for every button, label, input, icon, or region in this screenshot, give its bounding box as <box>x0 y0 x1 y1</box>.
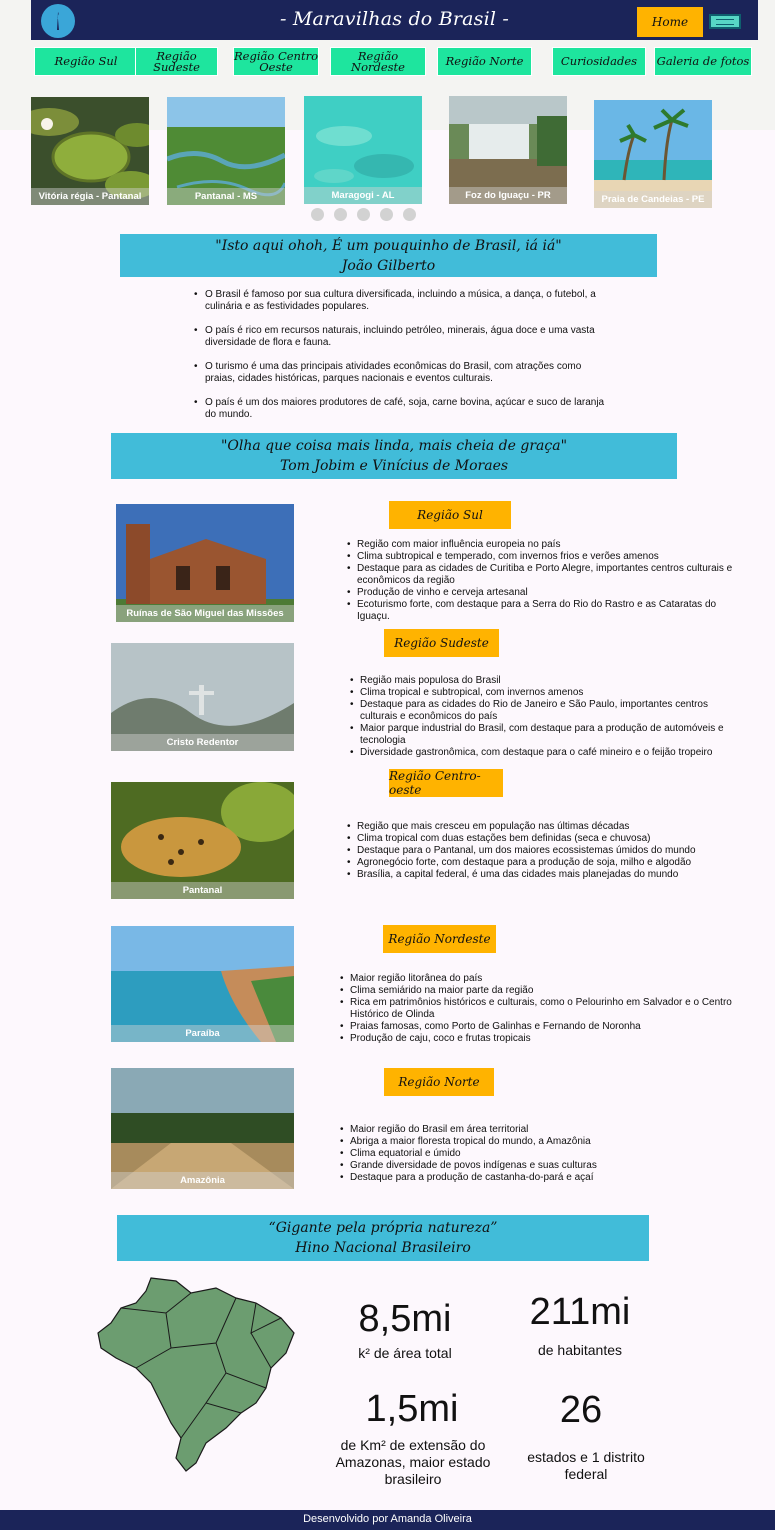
region-item: Destaque para o Pantanal, um dos maiores… <box>347 845 742 857</box>
region-item: Destaque para as cidades do Rio de Janei… <box>350 699 745 723</box>
region-item: Destaque para a produção de castanha-do-… <box>340 1172 740 1184</box>
region-image-sudeste: Cristo Redentor <box>111 643 294 751</box>
stat-value: 26 <box>559 1389 603 1431</box>
region-item: Produção de caju, coco e frutas tropicai… <box>340 1033 740 1045</box>
region-button-sudeste[interactable]: Região Sudeste <box>384 629 499 657</box>
nav-regiao-sudeste[interactable]: Região Sudeste <box>135 47 218 76</box>
region-item: Brasília, a capital federal, é uma das c… <box>347 869 742 881</box>
region-list-sul: Região com maior influência europeia no … <box>347 539 742 623</box>
region-button-sul[interactable]: Região Sul <box>389 501 511 529</box>
region-image-caption: Amazônia <box>111 1172 294 1189</box>
region-item: Maior região litorânea do país <box>340 973 740 985</box>
region-item: Região mais populosa do Brasil <box>350 675 745 687</box>
quote-text: "Isto aqui ohoh, É um pouquinho de Brasi… <box>215 238 562 254</box>
region-item: Abriga a maior floresta tropical do mund… <box>340 1136 740 1148</box>
quote-text: "Olha que coisa mais linda, mais cheia d… <box>220 438 568 454</box>
region-item: Clima tropical com duas estações bem def… <box>347 833 742 845</box>
carousel-caption: Praia de Candeias - PE <box>594 191 712 208</box>
quote-banner: "Isto aqui ohoh, É um pouquinho de Brasi… <box>120 234 657 277</box>
carousel-dot[interactable] <box>357 208 370 221</box>
nav-regiao-norte[interactable]: Região Norte <box>437 47 532 76</box>
footer: Desenvolvido por Amanda Oliveira <box>0 1510 775 1530</box>
nav-regiao-sul[interactable]: Região Sul <box>34 47 138 76</box>
quote-author: Tom Jobim e Vinícius de Moraes <box>279 458 509 474</box>
fact-item: O turismo é uma das principais atividade… <box>194 361 614 385</box>
nav-galeria-de-fotos[interactable]: Galeria de fotos <box>654 47 752 76</box>
region-item: Diversidade gastronômica, com destaque p… <box>350 747 745 759</box>
carousel-dot[interactable] <box>380 208 393 221</box>
region-image-caption: Ruínas de São Miguel das Missões <box>116 605 294 622</box>
quote-banner: “Gigante pela própria natureza” Hino Nac… <box>117 1215 649 1261</box>
region-item: Praias famosas, como Porto de Galinhas e… <box>340 1021 740 1033</box>
stat-label: de Km² de extensão do Amazonas, maior es… <box>335 1437 491 1487</box>
hamburger-menu-icon[interactable] <box>709 14 741 29</box>
quote-text: “Gigante pela própria natureza” <box>268 1220 498 1236</box>
quote-author: Hino Nacional Brasileiro <box>295 1240 471 1256</box>
carousel-caption: Vitória régia - Pantanal <box>31 188 149 205</box>
region-image-caption: Cristo Redentor <box>111 734 294 751</box>
region-image-sul: Ruínas de São Miguel das Missões <box>116 504 294 622</box>
stat-value: 8,5mi <box>358 1298 452 1340</box>
region-item: Maior região do Brasil em área territori… <box>340 1124 740 1136</box>
region-image-nordeste: Paraíba <box>111 926 294 1042</box>
quote-banner: "Olha que coisa mais linda, mais cheia d… <box>111 433 677 479</box>
region-item: Região com maior influência europeia no … <box>347 539 742 551</box>
home-button[interactable]: Home <box>637 7 703 37</box>
stat-label: de habitantes <box>537 1342 623 1358</box>
fact-item: O país é rico em recursos naturais, incl… <box>194 325 614 349</box>
region-item: Ecoturismo forte, com destaque para a Se… <box>347 599 742 623</box>
carousel-dot[interactable] <box>311 208 324 221</box>
region-image-centro-oeste: Pantanal <box>111 782 294 899</box>
nav-curiosidades[interactable]: Curiosidades <box>552 47 646 76</box>
region-item: Maior parque industrial do Brasil, com d… <box>350 723 745 747</box>
region-item: Clima equatorial e úmido <box>340 1148 740 1160</box>
region-image-caption: Paraíba <box>111 1025 294 1042</box>
carousel-image-foz-do-iguacu[interactable]: Foz do Iguaçu - PR <box>449 96 567 204</box>
carousel-image-praia-de-candeias[interactable]: Praia de Candeias - PE <box>594 100 712 208</box>
region-image-caption: Pantanal <box>111 882 294 899</box>
carousel-image-pantanal[interactable]: Pantanal - MS <box>167 97 285 205</box>
region-list-nordeste: Maior região litorânea do país Clima sem… <box>340 973 740 1045</box>
region-item: Clima semiárido na maior parte da região <box>340 985 740 997</box>
region-item: Rica em patrimônios históricos e cultura… <box>340 997 740 1021</box>
region-button-nordeste[interactable]: Região Nordeste <box>383 925 496 953</box>
region-button-norte[interactable]: Região Norte <box>384 1068 494 1096</box>
region-item: Produção de vinho e cerveja artesanal <box>347 587 742 599</box>
facts-list: O Brasil é famoso por sua cultura divers… <box>194 289 614 433</box>
carousel-image-vitoria-regia[interactable]: Vitória régia - Pantanal <box>31 97 149 205</box>
region-image-norte: Amazônia <box>111 1068 294 1189</box>
carousel-caption: Pantanal - MS <box>167 188 285 205</box>
region-button-centro-oeste[interactable]: Região Centro-oeste <box>389 769 503 797</box>
quote-author: João Gilberto <box>341 258 436 274</box>
carousel-caption: Foz do Iguaçu - PR <box>449 187 567 204</box>
fact-item: O Brasil é famoso por sua cultura divers… <box>194 289 614 313</box>
carousel-caption: Maragogi - AL <box>304 187 422 204</box>
nav-regiao-centro-oeste[interactable]: Região Centro Oeste <box>233 47 319 76</box>
region-item: Destaque para as cidades de Curitiba e P… <box>347 563 742 587</box>
stat-value: 1,5mi <box>365 1388 459 1430</box>
stat-label: k² de área total <box>358 1345 452 1361</box>
region-item: Clima tropical e subtropical, com invern… <box>350 687 745 699</box>
region-item: Grande diversidade de povos indígenas e … <box>340 1160 740 1172</box>
stat-label: estados e 1 distrito federal <box>527 1449 645 1482</box>
region-item: Agronegócio forte, com destaque para a p… <box>347 857 742 869</box>
fact-item: O país é um dos maiores produtores de ca… <box>194 397 614 421</box>
site-header: - Maravilhas do Brasil - Home <box>31 0 758 40</box>
nav-regiao-nordeste[interactable]: Região Nordeste <box>330 47 426 76</box>
region-item: Clima subtropical e temperado, com inver… <box>347 551 742 563</box>
carousel-image-maragogi[interactable]: Maragogi - AL <box>304 96 422 204</box>
carousel-dot[interactable] <box>334 208 347 221</box>
region-list-centro-oeste: Região que mais cresceu em população nas… <box>347 821 742 881</box>
region-list-sudeste: Região mais populosa do Brasil Clima tro… <box>350 675 745 759</box>
stat-value: 211mi <box>529 1291 631 1333</box>
brazil-map-icon <box>97 1277 295 1472</box>
region-item: Região que mais cresceu em população nas… <box>347 821 742 833</box>
carousel-dot[interactable] <box>403 208 416 221</box>
region-list-norte: Maior região do Brasil em área territori… <box>340 1124 740 1184</box>
